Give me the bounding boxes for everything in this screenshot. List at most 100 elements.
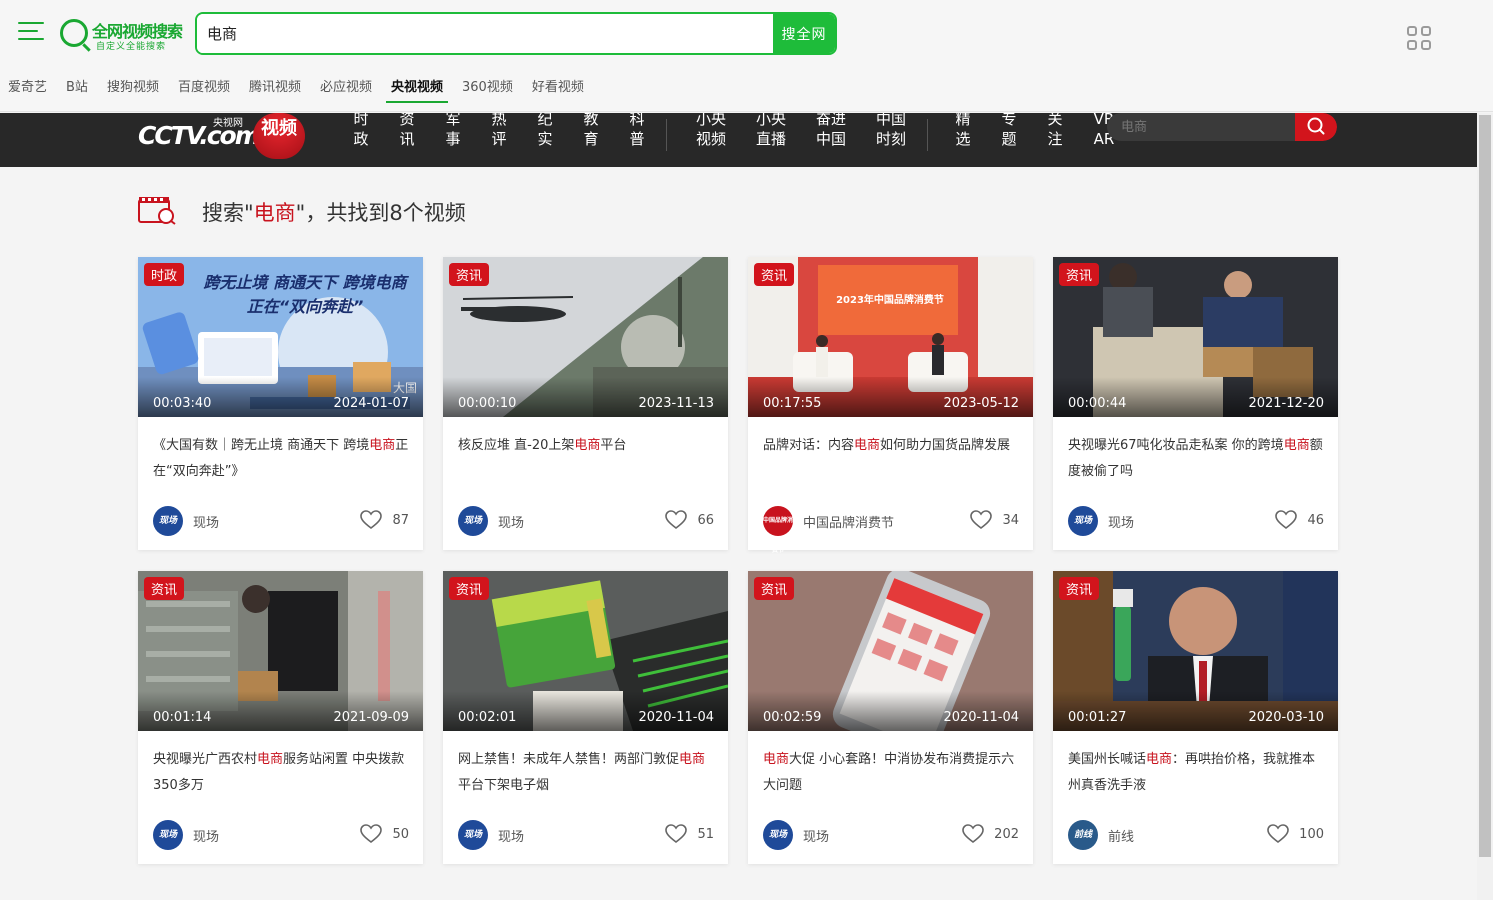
- video-date: 2020-11-04: [638, 710, 714, 725]
- video-thumbnail[interactable]: 资讯 00:01:14 2021-09-09: [138, 571, 423, 731]
- heart-icon: [962, 824, 984, 844]
- source-name[interactable]: 现场: [803, 826, 829, 845]
- title-keyword: 电商: [369, 438, 396, 453]
- video-card[interactable]: 资讯 00:01:27 2020-03-10 美国州长喊话电商：再哄抬价格，我就…: [1053, 571, 1338, 864]
- video-card[interactable]: 资讯 00:02:01 2020-11-04 网上禁售！未成年人禁售！两部门敦促…: [443, 571, 728, 864]
- video-thumbnail[interactable]: 资讯 00:02:01 2020-11-04: [443, 571, 728, 731]
- avatar[interactable]: 现场: [1068, 506, 1098, 536]
- nav-item-kepu[interactable]: 科普: [614, 113, 660, 151]
- video-title[interactable]: 美国州长喊话电商：再哄抬价格，我就推本州真香洗手液: [1068, 747, 1324, 799]
- source-name[interactable]: 现场: [498, 826, 524, 845]
- nav-label-bottom: 评: [491, 130, 507, 148]
- nav-item-xiaoyang-live[interactable]: 小央 直播: [741, 113, 801, 151]
- nav-item-jishi[interactable]: 纪实: [522, 113, 568, 151]
- cctv-search-input[interactable]: [1107, 113, 1295, 141]
- video-thumbnail[interactable]: 2023年中国品牌消费节 资讯 00:17:55 2023-05-12: [748, 257, 1033, 417]
- like-button[interactable]: 51: [665, 824, 714, 844]
- source-name[interactable]: 现场: [1108, 512, 1134, 531]
- site-tab-haokan[interactable]: 好看视频: [532, 76, 584, 102]
- like-button[interactable]: 50: [360, 824, 409, 844]
- video-thumbnail[interactable]: 资讯 00:00:44 2021-12-20: [1053, 257, 1338, 417]
- video-card[interactable]: 资讯 00:00:10 2023-11-13 核反应堆 直-20上架电商平台 现…: [443, 257, 728, 550]
- title-text: 核反应堆 直-20上架: [458, 438, 575, 453]
- video-card[interactable]: 跨无止境 商通天下 跨境电商正在“双向奔赴” 大国 时政 00:03:40 20…: [138, 257, 423, 550]
- source-name[interactable]: 中国品牌消费节: [803, 512, 894, 531]
- source-name[interactable]: 现场: [498, 512, 524, 531]
- avatar[interactable]: 前线: [1068, 820, 1098, 850]
- like-button[interactable]: 34: [970, 510, 1019, 530]
- avatar[interactable]: 现场: [153, 506, 183, 536]
- video-thumbnail[interactable]: 资讯 00:00:10 2023-11-13: [443, 257, 728, 417]
- site-tab-bilibili[interactable]: B站: [66, 76, 88, 102]
- page-scrollbar[interactable]: [1477, 113, 1493, 900]
- nav-item-china-moment[interactable]: 中国 时刻: [861, 113, 921, 151]
- like-button[interactable]: 66: [665, 510, 714, 530]
- cctv-logo-small: 央视网: [213, 118, 243, 129]
- cctv-logo[interactable]: CCTV.com 央视网 视频: [138, 113, 308, 161]
- video-thumbnail[interactable]: 跨无止境 商通天下 跨境电商正在“双向奔赴” 大国 时政 00:03:40 20…: [138, 257, 423, 417]
- cctv-search-button[interactable]: [1295, 113, 1337, 141]
- video-title[interactable]: 网上禁售！未成年人禁售！两部门敦促电商平台下架电子烟: [458, 747, 714, 799]
- menu-icon[interactable]: [18, 22, 44, 42]
- nav-item-fenjin-china[interactable]: 奋进 中国: [801, 113, 861, 151]
- video-card[interactable]: 2023年中国品牌消费节 资讯 00:17:55 2023-05-12 品牌对话…: [748, 257, 1033, 554]
- nav-label-bottom: 注: [1047, 130, 1063, 148]
- like-button[interactable]: 87: [360, 510, 409, 530]
- avatar[interactable]: 中国品牌消费节: [763, 506, 793, 554]
- title-text: 《大国有数｜跨无止境 商通天下 跨境: [153, 438, 370, 453]
- site-tab-cctv[interactable]: 央视视频: [385, 76, 449, 103]
- video-card[interactable]: 资讯 00:00:44 2021-12-20 央视曝光67吨化妆品走私案 你的跨…: [1053, 257, 1338, 550]
- nav-label-top: 军: [445, 113, 461, 128]
- video-title[interactable]: 央视曝光67吨化妆品走私案 你的跨境电商额度被偷了吗: [1068, 433, 1324, 485]
- nav-label-bottom: 普: [629, 130, 645, 148]
- site-tab-tencent[interactable]: 腾讯视频: [249, 76, 301, 102]
- like-button[interactable]: 100: [1267, 824, 1324, 844]
- site-tab-baidu[interactable]: 百度视频: [178, 76, 230, 102]
- avatar[interactable]: 现场: [763, 820, 793, 850]
- search-all-button[interactable]: 搜全网: [773, 14, 835, 53]
- video-thumbnail[interactable]: 资讯 00:02:59 2020-11-04: [748, 571, 1033, 731]
- video-thumbnail[interactable]: 资讯 00:01:27 2020-03-10: [1053, 571, 1338, 731]
- video-title[interactable]: 核反应堆 直-20上架电商平台: [458, 433, 714, 485]
- app-logo[interactable]: 全网视频搜索 自定义全能搜索: [60, 16, 185, 52]
- like-count: 66: [697, 512, 714, 528]
- source-name[interactable]: 现场: [193, 826, 219, 845]
- site-tab-360[interactable]: 360视频: [462, 76, 513, 102]
- nav-item-zhuanti[interactable]: 专题: [986, 113, 1032, 151]
- nav-label-bottom: 直播: [755, 130, 786, 148]
- site-tab-sogou[interactable]: 搜狗视频: [107, 76, 159, 102]
- avatar[interactable]: 现场: [458, 820, 488, 850]
- video-title[interactable]: 电商大促 小心套路！中消协发布消费提示六大问题: [763, 747, 1019, 799]
- video-card[interactable]: 资讯 00:02:59 2020-11-04 电商大促 小心套路！中消协发布消费…: [748, 571, 1033, 864]
- nav-label-bottom: 时刻: [875, 130, 906, 148]
- nav-item-zixun[interactable]: 资讯: [384, 113, 430, 151]
- apps-grid-icon[interactable]: [1407, 26, 1431, 50]
- avatar[interactable]: 现场: [458, 506, 488, 536]
- like-button[interactable]: 202: [962, 824, 1019, 844]
- avatar[interactable]: 现场: [153, 820, 183, 850]
- video-card[interactable]: 资讯 00:01:14 2021-09-09 央视曝光广西农村电商服务站闲置 中…: [138, 571, 423, 864]
- video-title[interactable]: 《大国有数｜跨无止境 商通天下 跨境电商正在“双向奔赴”》: [153, 433, 409, 485]
- like-button[interactable]: 46: [1275, 510, 1324, 530]
- video-title[interactable]: 品牌对话：内容电商如何助力国货品牌发展: [763, 433, 1019, 485]
- title-text: 大促 小心套路！中消协发布消费提示六大问题: [763, 752, 1015, 793]
- search-input[interactable]: [197, 14, 775, 53]
- site-tab-bing[interactable]: 必应视频: [320, 76, 372, 102]
- source-name[interactable]: 前线: [1108, 826, 1134, 845]
- nav-item-jingxuan[interactable]: 精选: [940, 113, 986, 151]
- nav-item-shizheng[interactable]: 时政: [338, 113, 384, 151]
- nav-item-guanzhu[interactable]: 关注: [1032, 113, 1078, 151]
- scroll-thumb[interactable]: [1479, 115, 1491, 857]
- nav-label-bottom: 实: [537, 130, 553, 148]
- nav-item-jiaoyu[interactable]: 教育: [568, 113, 614, 151]
- nav-item-xiaoyang-video[interactable]: 小央 视频: [681, 113, 741, 151]
- video-title[interactable]: 央视曝光广西农村电商服务站闲置 中央拨款350多万: [153, 747, 409, 799]
- source-name[interactable]: 现场: [193, 512, 219, 531]
- nav-item-junshi[interactable]: 军事: [430, 113, 476, 151]
- nav-item-reping[interactable]: 热评: [476, 113, 522, 151]
- site-tab-iqiyi[interactable]: 爱奇艺: [8, 76, 47, 102]
- cctv-search-box: [1107, 113, 1337, 141]
- title-keyword: 电商: [679, 752, 706, 767]
- video-duration: 00:03:40: [153, 396, 212, 411]
- nav-label-bottom: 讯: [399, 130, 415, 148]
